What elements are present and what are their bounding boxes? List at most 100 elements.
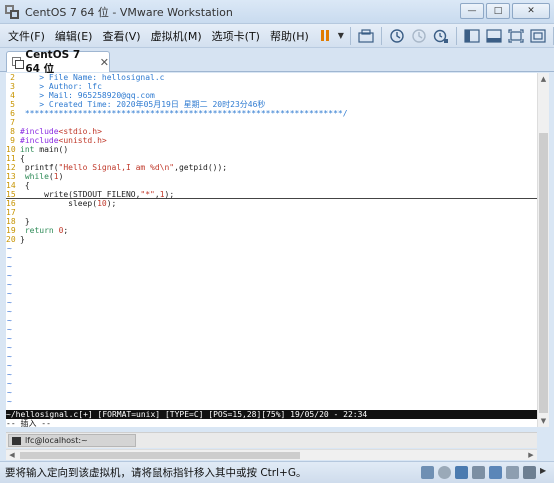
terminal-task[interactable]: lfc@localhost:~ — [8, 434, 136, 447]
code-token: 10 — [97, 199, 107, 208]
send-keys-icon[interactable] — [355, 26, 377, 46]
line-code: > Author: lfc — [20, 82, 102, 91]
line-code: sleep(10); — [20, 199, 116, 208]
code-token: sleep( — [20, 199, 98, 208]
code-token: } — [20, 235, 25, 244]
tab-centos[interactable]: CentOS 7 64 位 ✕ — [6, 49, 110, 75]
code-line: 4 > Mail: 965258920@qq.com — [6, 91, 537, 100]
scroll-right-icon[interactable]: ▶ — [525, 450, 537, 461]
scroll-down-icon[interactable]: ▼ — [538, 415, 549, 427]
menu-file[interactable]: 文件(F) — [0, 28, 50, 44]
menu-view[interactable]: 查看(V) — [97, 28, 145, 44]
sound-icon[interactable] — [489, 466, 502, 479]
tab-strip: CentOS 7 64 位 ✕ — [0, 48, 554, 75]
line-code: printf("Hello Signal,I am %d\n",getpid()… — [20, 163, 227, 172]
empty-line-tilde: ~ — [7, 370, 12, 379]
maximize-button[interactable]: □ — [486, 3, 510, 19]
code-line: 2 > File Name: hellosignal.c — [6, 73, 537, 82]
code-token: > Created Time: 2020年05月19日 星期二 20时23分46… — [20, 100, 266, 109]
line-number: 10 — [6, 145, 16, 154]
code-line: 11 { — [6, 154, 537, 163]
line-code: int main() — [20, 145, 68, 154]
pause-icon[interactable] — [314, 26, 336, 46]
code-token: "*" — [140, 190, 155, 199]
empty-line-tilde: ~ — [7, 325, 12, 334]
code-token: <unistd.h> — [58, 136, 107, 145]
line-number: 5 — [10, 100, 15, 109]
menu-help[interactable]: 帮助(H) — [265, 28, 314, 44]
code-token: int — [20, 145, 35, 154]
line-code: write(STDOUT_FILENO,"*",1); — [20, 190, 174, 199]
library-view-icon[interactable] — [461, 26, 483, 46]
fullscreen-icon[interactable] — [505, 26, 527, 46]
close-button[interactable]: ✕ — [512, 3, 550, 19]
code-line: 6 **************************************… — [6, 109, 537, 118]
code-line: 8 #include<stdio.h> — [6, 127, 537, 136]
empty-line-tilde: ~ — [7, 298, 12, 307]
code-token: printf( — [20, 163, 59, 172]
unity-icon[interactable] — [527, 26, 549, 46]
menu-edit[interactable]: 编辑(E) — [50, 28, 98, 44]
thumbnail-view-icon[interactable] — [483, 26, 505, 46]
statusbar-more-icon[interactable]: ▶ — [540, 466, 548, 479]
status-message: 要将输入定向到该虚拟机，请将鼠标指针移入其中或按 Ctrl+G。 — [5, 467, 307, 479]
empty-line-tilde: ~ — [7, 334, 12, 343]
guest-taskbar: lfc@localhost:~ — [6, 432, 537, 448]
line-number: 2 — [10, 73, 15, 82]
code-token: ,getpid()); — [174, 163, 228, 172]
horizontal-scrollbar[interactable]: ◀ ▶ — [6, 449, 537, 460]
code-token: { — [20, 181, 30, 190]
power-dropdown-icon[interactable]: ▼ — [336, 26, 346, 46]
network-icon[interactable] — [455, 466, 468, 479]
usb-icon[interactable] — [472, 466, 485, 479]
hscroll-thumb[interactable] — [20, 452, 300, 459]
code-token: while — [24, 172, 49, 181]
code-line: 10 int main() — [6, 145, 537, 154]
vim-mode-line: -- 插入 -- — [6, 419, 51, 427]
code-token: write(STDOUT_FILENO, — [20, 190, 141, 199]
vmware-app-icon — [5, 4, 19, 19]
printer-icon[interactable] — [506, 466, 519, 479]
code-token: { — [20, 154, 25, 163]
minimize-button[interactable]: — — [460, 3, 484, 19]
snapshot-manager-icon[interactable] — [430, 26, 452, 46]
vim-status-line: ~/hellosignal.c[+] [FORMAT=unix] [TYPE=C… — [6, 410, 537, 419]
line-code: > Mail: 965258920@qq.com — [20, 91, 155, 100]
line-code: while(1) — [20, 172, 64, 181]
menu-vm[interactable]: 虚拟机(M) — [146, 28, 207, 44]
empty-line-tilde: ~ — [7, 379, 12, 388]
code-line: 9 #include<unistd.h> — [6, 136, 537, 145]
terminal-icon — [12, 436, 21, 445]
hard-disk-icon[interactable] — [421, 466, 434, 479]
empty-line-tilde: ~ — [7, 307, 12, 316]
cd-rom-icon[interactable] — [438, 466, 451, 479]
terminal-task-label: lfc@localhost:~ — [25, 436, 88, 445]
code-line: 5 > Created Time: 2020年05月19日 星期二 20时23分… — [6, 100, 537, 109]
line-number: 12 — [6, 163, 16, 172]
display-icon[interactable] — [523, 466, 536, 479]
line-number: 17 — [6, 208, 16, 217]
vertical-scrollbar[interactable]: ▲ ▼ — [537, 73, 549, 427]
scroll-left-icon[interactable]: ◀ — [6, 450, 18, 461]
line-number: 13 — [6, 172, 16, 181]
code-line: 19 return 0; — [6, 226, 537, 235]
toolbar-separator — [455, 26, 457, 45]
line-number: 8 — [10, 127, 15, 136]
code-line: 17 — [6, 208, 537, 217]
code-token: } — [20, 217, 30, 226]
tab-close-icon[interactable]: ✕ — [100, 56, 109, 69]
menu-tabs[interactable]: 选项卡(T) — [207, 28, 265, 44]
line-code: ****************************************… — [20, 109, 348, 118]
line-code: } — [20, 217, 30, 226]
title-bar: CentOS 7 64 位 - VMware Workstation — □ ✕ — [0, 0, 554, 24]
snapshot-icon[interactable] — [386, 26, 408, 46]
line-number: 9 — [10, 136, 15, 145]
code-token: #include — [20, 136, 59, 145]
code-token: main() — [34, 145, 69, 154]
vm-console[interactable]: 2 > File Name: hellosignal.c 3 > Author: … — [6, 73, 537, 427]
revert-snapshot-icon[interactable] — [408, 26, 430, 46]
scroll-up-icon[interactable]: ▲ — [538, 73, 549, 85]
scroll-thumb[interactable] — [539, 133, 548, 413]
empty-line-tilde: ~ — [7, 316, 12, 325]
code-token: ) — [58, 172, 64, 181]
